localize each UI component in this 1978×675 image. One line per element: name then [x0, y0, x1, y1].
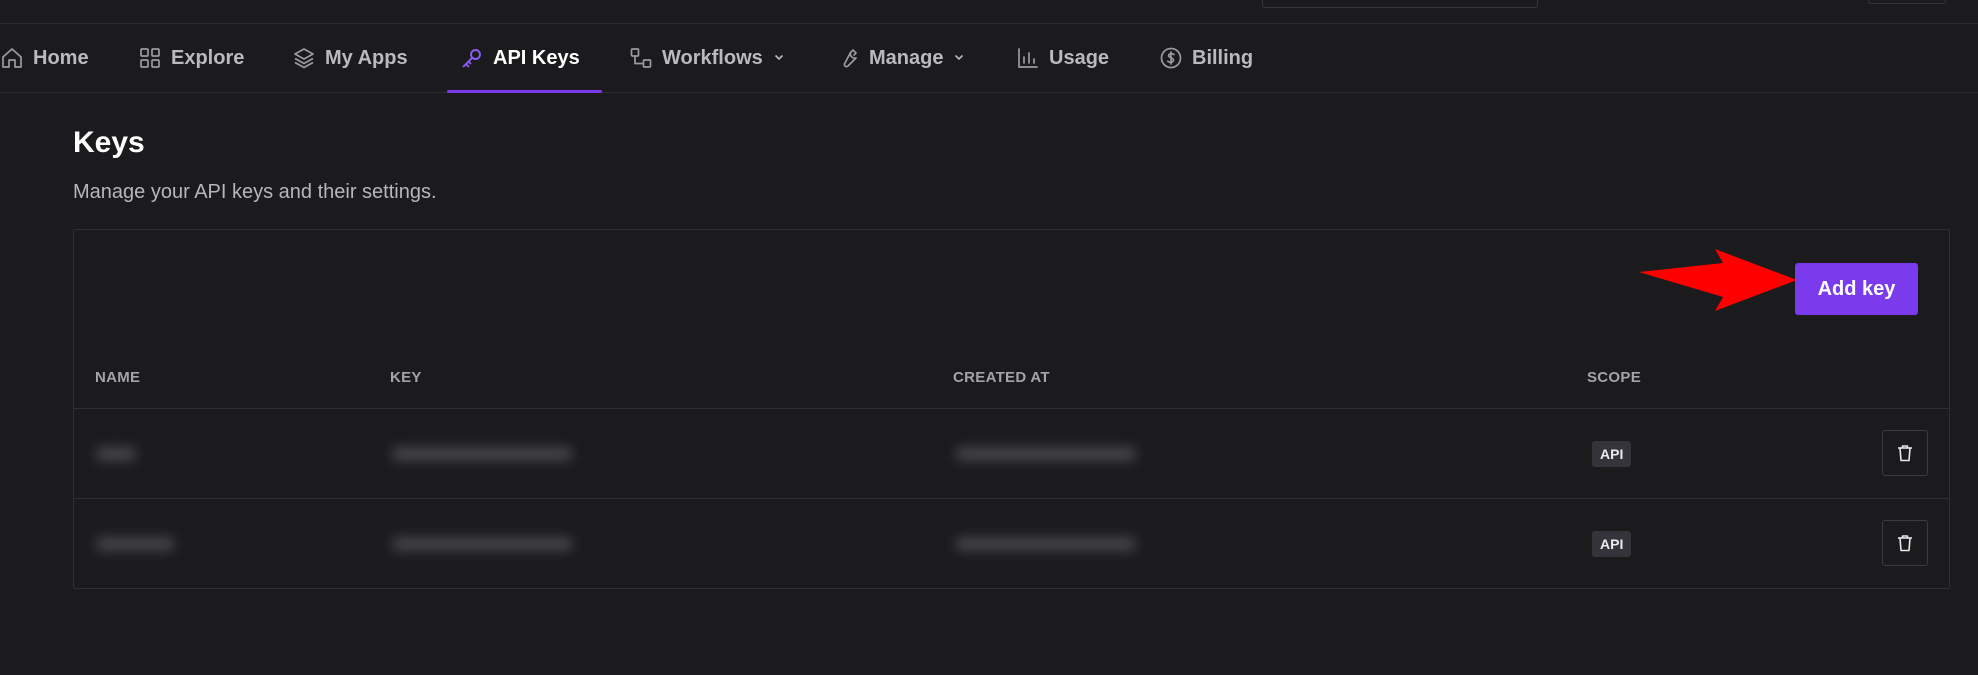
annotation-arrow-icon	[1639, 249, 1797, 311]
column-header-key: KEY	[390, 369, 422, 386]
scope-badge: API	[1592, 531, 1632, 557]
top-bar	[0, 0, 1978, 24]
page-title: Keys	[73, 126, 145, 159]
wrench-icon	[836, 46, 860, 70]
nav-label: Home	[33, 46, 89, 69]
redacted-key	[392, 447, 572, 461]
redacted-key	[392, 537, 572, 551]
bar-chart-icon	[1016, 46, 1040, 70]
layers-icon	[292, 46, 316, 70]
nav-label: Explore	[171, 46, 245, 69]
nav-label: Manage	[869, 46, 944, 69]
nav-item-my-apps[interactable]: My Apps	[292, 24, 408, 92]
home-icon	[0, 46, 24, 70]
delete-key-button[interactable]	[1882, 520, 1928, 566]
keys-card: Add key NAME KEY CREATED AT SCOPE API AP…	[73, 229, 1950, 589]
nav-item-manage[interactable]: Manage	[836, 24, 966, 92]
redacted-name	[96, 447, 136, 461]
redacted-created-at	[956, 447, 1136, 461]
chevron-down-icon	[772, 47, 786, 70]
workflow-icon	[629, 46, 653, 70]
trash-icon	[1898, 445, 1912, 462]
account-control[interactable]	[1868, 0, 1946, 4]
nav-label: My Apps	[325, 46, 408, 69]
trash-icon	[1898, 535, 1912, 552]
nav-item-usage[interactable]: Usage	[1016, 24, 1109, 92]
table-row: API	[74, 408, 1949, 499]
nav-label: Workflows	[662, 46, 763, 69]
column-header-created-at: CREATED AT	[953, 369, 1050, 386]
column-header-scope: SCOPE	[1587, 369, 1642, 386]
nav-item-home[interactable]: Home	[0, 24, 89, 92]
nav-item-explore[interactable]: Explore	[138, 24, 244, 92]
search-input[interactable]	[1262, 0, 1538, 8]
add-key-button[interactable]: Add key	[1795, 263, 1918, 315]
main-nav: Home Explore My Apps API Keys Workflows …	[0, 24, 1978, 93]
delete-key-button[interactable]	[1882, 430, 1928, 476]
page-subtitle: Manage your API keys and their settings.	[73, 181, 437, 203]
nav-item-api-keys[interactable]: API Keys	[460, 24, 580, 92]
nav-label: Billing	[1192, 46, 1254, 69]
nav-item-billing[interactable]: Billing	[1159, 24, 1253, 92]
scope-badge: API	[1592, 441, 1632, 467]
table-row: API	[74, 498, 1949, 589]
nav-item-workflows[interactable]: Workflows	[629, 24, 786, 92]
dollar-circle-icon	[1159, 46, 1183, 70]
key-icon	[460, 46, 484, 70]
redacted-name	[96, 537, 174, 551]
grid-icon	[138, 46, 162, 70]
nav-label: API Keys	[493, 46, 580, 69]
redacted-created-at	[956, 537, 1136, 551]
active-tab-indicator	[447, 90, 602, 93]
column-header-name: NAME	[95, 369, 141, 386]
nav-label: Usage	[1049, 46, 1110, 69]
chevron-down-icon	[952, 47, 966, 70]
